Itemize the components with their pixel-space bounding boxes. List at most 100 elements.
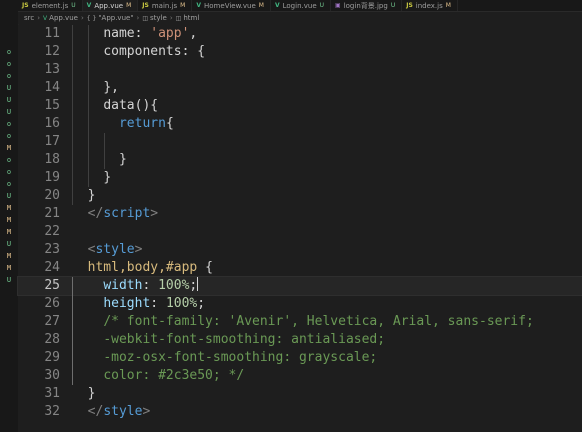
code-text: name: 'app', (72, 25, 197, 43)
code-token: </ (87, 206, 104, 221)
code-token: data (103, 98, 135, 113)
code-token: : (181, 44, 198, 59)
code-editor[interactable]: 11 name: 'app', 12 components: {13 14 }, 15… (17, 25, 582, 432)
code-text: }, (72, 79, 119, 97)
git-status-marker: M (6, 144, 12, 152)
breadcrumb-file[interactable]: App.vue (49, 14, 78, 22)
code-token: } (103, 170, 112, 185)
code-line[interactable]: 13 (18, 61, 582, 79)
javascript-file-icon: JS (22, 2, 29, 9)
line-number: 13 (44, 62, 60, 77)
tab-app-vue[interactable]: V App.vue M (82, 0, 139, 11)
code-line[interactable]: 21 </script> (18, 205, 582, 223)
breadcrumb-src[interactable]: src (24, 14, 34, 22)
line-number: 14 (44, 80, 60, 95)
code-line[interactable]: 27 /* font-family: 'Avenir', Helvetica, … (18, 313, 582, 331)
tab-main-js[interactable]: JS main.js M (138, 0, 193, 11)
code-token: -webkit-font-smoothing: antialiased; (103, 332, 386, 347)
breadcrumb-style[interactable]: style (150, 14, 167, 22)
line-number: 15 (44, 98, 60, 113)
tab-label: login背景.jpg (343, 1, 388, 10)
tab-homeview-vue[interactable]: V HomeView.vue M (192, 0, 271, 11)
indent-guide (72, 277, 73, 385)
code-line[interactable]: 30 color: #2c3e50; */ (18, 367, 582, 385)
git-status-marker: M (6, 228, 12, 236)
code-line[interactable]: 24 html,body,#app { (18, 259, 582, 277)
text-cursor (197, 277, 199, 291)
line-number: 18 (44, 152, 60, 167)
breadcrumb-html[interactable]: html (183, 14, 199, 22)
code-line[interactable]: 23 <style> (18, 241, 582, 259)
git-status-marker: o (6, 72, 12, 80)
line-number: 29 (44, 350, 60, 365)
code-line[interactable]: 32 </style> (18, 403, 582, 421)
code-token: color: #2c3e50; */ (103, 368, 245, 383)
code-text: -webkit-font-smoothing: antialiased; (72, 331, 385, 349)
code-line[interactable]: 16 return{ (18, 115, 582, 133)
tab-login-jpg[interactable]: ▣ login背景.jpg U (331, 0, 403, 11)
code-text: components: { (72, 43, 205, 61)
tab-element-js[interactable]: JS element.js U (18, 0, 83, 11)
code-token: name (103, 26, 135, 41)
javascript-file-icon: JS (406, 2, 413, 9)
code-token: : (150, 296, 166, 311)
code-token: } (87, 386, 96, 401)
vue-file-icon: V (86, 2, 92, 9)
line-number: 24 (44, 260, 60, 275)
code-line[interactable]: 25 width: 100%; (17, 276, 582, 296)
git-status-marker: o (6, 168, 12, 176)
code-line[interactable]: 18 } (18, 151, 582, 169)
braces-icon: { } (86, 14, 97, 22)
tab-login-vue[interactable]: V Login.vue U (271, 0, 332, 11)
code-line[interactable]: 31 } (18, 385, 582, 403)
code-text: /* font-family: 'Avenir', Helvetica, Ari… (72, 313, 533, 331)
code-token: 100% (158, 278, 190, 293)
tab-label: App.vue (94, 1, 124, 10)
line-number: 21 (44, 206, 60, 221)
code-token: script (103, 206, 151, 221)
code-line[interactable]: 11 name: 'app', (18, 25, 582, 43)
tab-index-js[interactable]: JS index.js M (402, 0, 458, 11)
code-token: ; (197, 296, 206, 311)
code-text: html,body,#app { (72, 259, 213, 277)
tab-label: main.js (151, 1, 178, 10)
git-status-badge: U (319, 2, 325, 9)
breadcrumb: src › V App.vue › { } "App.vue" › ◫ styl… (18, 12, 582, 24)
git-status-marker: M (6, 252, 12, 260)
git-status-badge: M (126, 2, 132, 9)
code-text: data(){ (72, 97, 158, 115)
code-line[interactable]: 19 } (18, 169, 582, 187)
code-line[interactable]: 14 }, (18, 79, 582, 97)
vue-file-icon: V (274, 2, 280, 9)
code-line[interactable]: 22 (18, 223, 582, 241)
tab-label: Login.vue (282, 1, 317, 10)
chevron-right-icon: › (37, 14, 41, 22)
git-status-marker: o (6, 48, 12, 56)
code-line[interactable]: 29 -moz-osx-font-smoothing: grayscale; (18, 349, 582, 367)
code-text: </script> (72, 205, 158, 223)
code-text: } (72, 385, 96, 403)
code-line[interactable]: 12 components: { (18, 43, 582, 61)
code-line[interactable]: 28 -webkit-font-smoothing: antialiased; (18, 331, 582, 349)
activity-gutter: oooUUUooMoooUMMMUMMU (0, 0, 19, 432)
code-line[interactable]: 17 (18, 133, 582, 151)
code-line[interactable]: 20 } (18, 187, 582, 205)
code-line[interactable]: 15 data(){ (18, 97, 582, 115)
code-token: { (165, 116, 174, 131)
git-status-badge: M (180, 2, 186, 9)
git-status-badge: U (390, 2, 396, 9)
element-icon: ◫ (175, 14, 182, 22)
line-number: 30 (44, 368, 60, 383)
line-number: 23 (44, 242, 60, 257)
breadcrumb-section[interactable]: "App.vue" (98, 14, 133, 22)
code-line[interactable]: 26 height: 100%; (18, 295, 582, 313)
